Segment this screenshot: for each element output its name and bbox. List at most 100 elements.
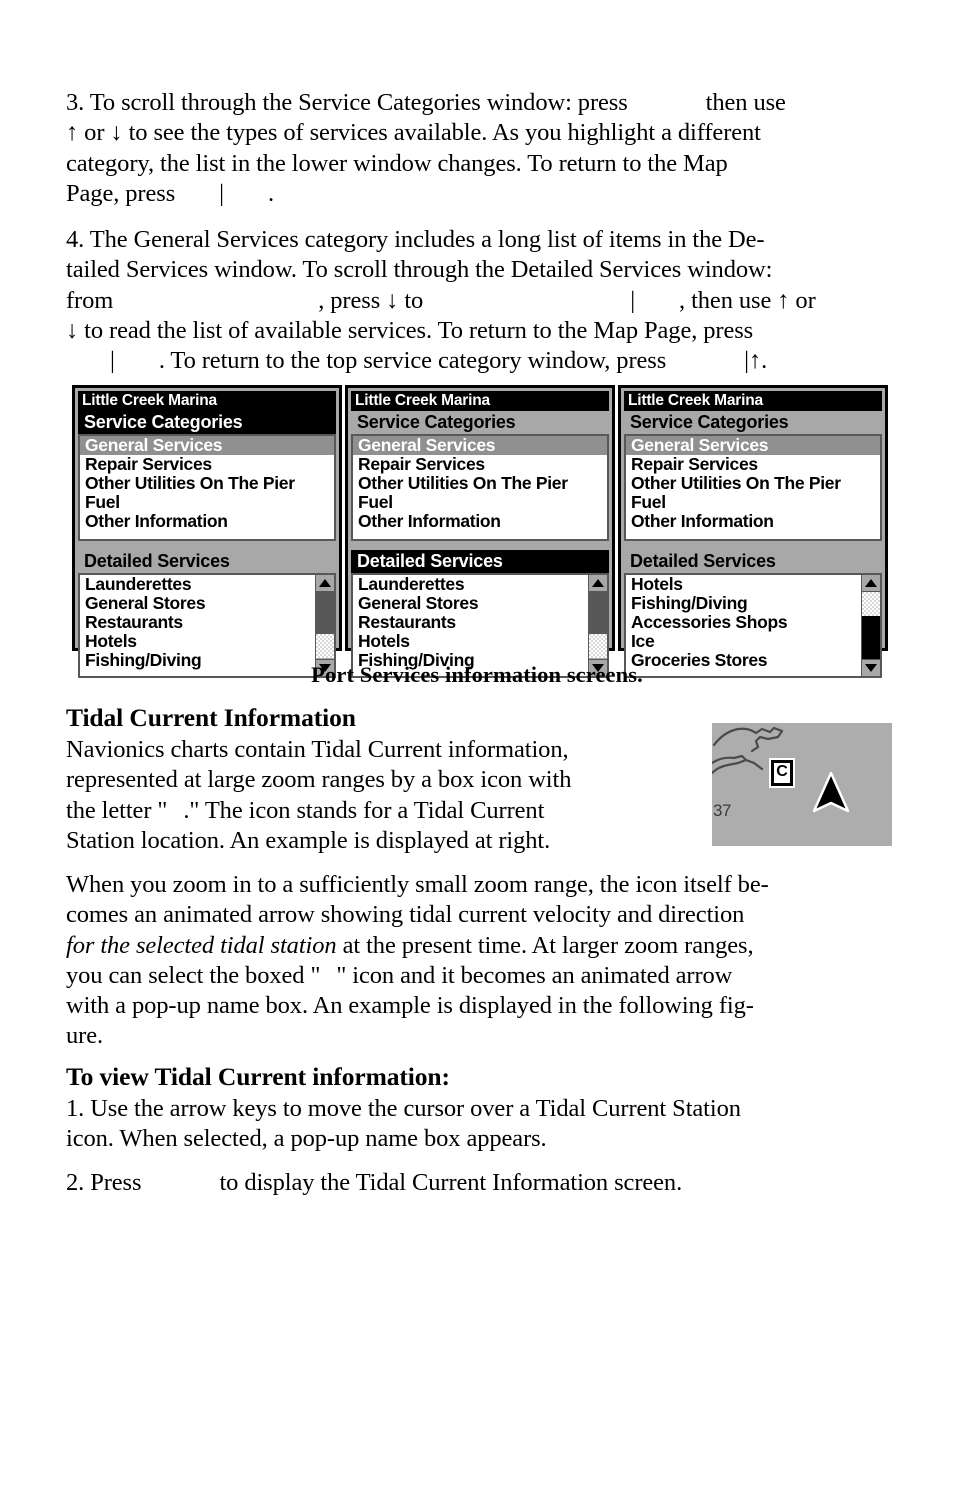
manual-page: 3. To scroll through the Service Categor… bbox=[0, 0, 954, 1487]
screen-3-scrollbar[interactable] bbox=[861, 575, 880, 676]
list-item[interactable]: Other Information bbox=[80, 512, 334, 531]
scroll-up-button[interactable] bbox=[589, 575, 607, 592]
tidal-p2-line2: comes an animated arrow showing tidal cu… bbox=[66, 901, 745, 929]
scroll-track[interactable] bbox=[316, 592, 334, 659]
list-item[interactable]: Launderettes bbox=[80, 575, 334, 594]
paragraph-3-mid: then use bbox=[705, 89, 786, 116]
paragraph-3-prefix: 3. To scroll through the Service Categor… bbox=[66, 89, 628, 116]
screen-2-scrollbar[interactable] bbox=[588, 575, 607, 676]
tidal-p1-line3: the letter " ." The icon stands for a Tid… bbox=[66, 796, 545, 824]
scroll-up-button[interactable] bbox=[316, 575, 334, 592]
list-item[interactable]: Repair Services bbox=[80, 455, 334, 474]
list-item[interactable]: Launderettes bbox=[353, 575, 607, 594]
list-item[interactable]: Hotels bbox=[626, 575, 880, 594]
list-item[interactable]: General Stores bbox=[80, 594, 334, 613]
tidal-p1-line4: Station location. An example is displaye… bbox=[66, 826, 551, 854]
scroll-dither-region bbox=[316, 634, 334, 658]
figure-caption: Port Services information screens. bbox=[311, 662, 643, 687]
list-item[interactable]: Restaurants bbox=[353, 613, 607, 632]
list-item[interactable]: Other Utilities On The Pier bbox=[353, 474, 607, 493]
list-item[interactable]: Hotels bbox=[80, 632, 334, 651]
step-1-line1: 1. Use the arrow keys to move the cursor… bbox=[66, 1095, 741, 1122]
list-item[interactable]: Repair Services bbox=[353, 455, 607, 474]
depth-sounding-label: 37 bbox=[713, 801, 731, 820]
paragraph-4-line3: from, press ↓ to |, then use ↑ or bbox=[66, 286, 816, 314]
list-item[interactable]: Fuel bbox=[626, 493, 880, 512]
boat-position-arrow-icon bbox=[812, 771, 850, 813]
screen-1-scrollbar[interactable] bbox=[315, 575, 334, 676]
paragraph-3-line3: category, the list in the lower window c… bbox=[66, 149, 728, 177]
scroll-up-button[interactable] bbox=[862, 575, 880, 592]
step-2-line1: 2. Press to display the Tidal Current Inf… bbox=[66, 1169, 683, 1196]
list-item[interactable]: Fishing/Diving bbox=[626, 594, 880, 613]
device-screen-2: Little Creek Marina Service Categories G… bbox=[345, 385, 615, 678]
paragraph-4-line1: 4. The General Services category include… bbox=[66, 226, 765, 253]
step-1-line2: icon. When selected, a pop-up name box a… bbox=[66, 1125, 547, 1153]
scroll-dither-region bbox=[862, 592, 880, 616]
list-item[interactable]: General Services bbox=[626, 436, 880, 455]
step-2: 2. Press to display the Tidal Current Inf… bbox=[66, 1168, 888, 1198]
list-item[interactable]: General Services bbox=[353, 436, 607, 455]
paragraph-4-line5: |. To return to the top service category… bbox=[110, 347, 768, 375]
list-item[interactable]: Fuel bbox=[80, 493, 334, 512]
list-item[interactable]: Accessories Shops bbox=[626, 613, 880, 632]
paragraph-4-line4: ↓ to read the list of available services… bbox=[66, 316, 754, 344]
tidal-p2-line6: ure. bbox=[66, 1022, 104, 1050]
scroll-dither-region bbox=[589, 634, 607, 658]
list-item[interactable]: Other Information bbox=[626, 512, 880, 531]
screen-3-categories-header: Service Categories bbox=[624, 411, 882, 434]
triangle-up-icon bbox=[865, 579, 877, 587]
screen-2-categories-list[interactable]: General Services Repair Services Other U… bbox=[351, 434, 609, 541]
scroll-thumb[interactable] bbox=[862, 616, 880, 663]
paragraph-3: 3. To scroll through the Service Categor… bbox=[66, 88, 888, 209]
paragraph-3-line2: ↑ or ↓ to see the types of services avai… bbox=[66, 119, 761, 147]
tidal-p1-line1: Navionics charts contain Tidal Current i… bbox=[66, 736, 569, 763]
section-heading-to-view: To view Tidal Current information: bbox=[66, 1062, 450, 1091]
screen-2-detailed-header: Detailed Services bbox=[351, 550, 609, 573]
screen-1-categories-list[interactable]: General Services Repair Services Other U… bbox=[78, 434, 336, 541]
scroll-track[interactable] bbox=[862, 592, 880, 663]
scroll-thumb[interactable] bbox=[589, 592, 607, 634]
device-screen-3: Little Creek Marina Service Categories G… bbox=[618, 385, 888, 678]
scroll-thumb[interactable] bbox=[316, 592, 334, 634]
triangle-up-icon bbox=[319, 579, 331, 587]
screen-2-title: Little Creek Marina bbox=[351, 391, 609, 411]
tidal-p2-italic-phrase: for the selected tidal station bbox=[66, 931, 337, 959]
list-item[interactable]: Ice bbox=[626, 632, 880, 651]
paragraph-4: 4. The General Services category include… bbox=[66, 225, 888, 376]
list-item[interactable]: Other Information bbox=[353, 512, 607, 531]
list-item[interactable]: Restaurants bbox=[80, 613, 334, 632]
screen-1-gap bbox=[78, 541, 336, 550]
tidal-current-station-icon[interactable]: C bbox=[769, 758, 795, 788]
step-1: 1. Use the arrow keys to move the cursor… bbox=[66, 1094, 888, 1155]
tidal-paragraph-1: Navionics charts contain Tidal Current i… bbox=[66, 735, 701, 856]
screen-3-title: Little Creek Marina bbox=[624, 391, 882, 411]
list-item[interactable]: General Services bbox=[80, 436, 334, 455]
list-item[interactable]: Other Utilities On The Pier bbox=[80, 474, 334, 493]
device-screen-1: Little Creek Marina Service Categories G… bbox=[72, 385, 342, 678]
screen-2-gap bbox=[351, 541, 609, 550]
tidal-p2-line1: When you zoom in to a sufficiently small… bbox=[66, 871, 769, 898]
screen-1-categories-header: Service Categories bbox=[78, 411, 336, 434]
list-item[interactable]: Fuel bbox=[353, 493, 607, 512]
paragraph-4-line2: tailed Services window. To scroll throug… bbox=[66, 256, 773, 284]
tidal-paragraph-2: When you zoom in to a sufficiently small… bbox=[66, 870, 888, 1052]
list-item[interactable]: General Stores bbox=[353, 594, 607, 613]
list-item[interactable]: Repair Services bbox=[626, 455, 880, 474]
port-services-screens-figure: Little Creek Marina Service Categories G… bbox=[72, 385, 888, 678]
tidal-p2-line5: with a pop-up name box. An example is di… bbox=[66, 992, 754, 1020]
screen-3-categories-list[interactable]: General Services Repair Services Other U… bbox=[624, 434, 882, 541]
screen-3-detailed-header: Detailed Services bbox=[624, 550, 882, 573]
tidal-p1-line2: represented at large zoom ranges by a bo… bbox=[66, 766, 572, 794]
list-item[interactable]: Hotels bbox=[353, 632, 607, 651]
screen-1-detailed-header: Detailed Services bbox=[78, 550, 336, 573]
list-item[interactable]: Other Utilities On The Pier bbox=[626, 474, 880, 493]
tidal-p2-line4: you can select the boxed " " icon and it … bbox=[66, 961, 733, 989]
paragraph-3-line4: Page, press |. bbox=[66, 179, 274, 207]
tidal-station-letter: C bbox=[771, 760, 793, 786]
scroll-track[interactable] bbox=[589, 592, 607, 659]
tidal-p2-line3: for the selected tidal station at the pr… bbox=[66, 931, 754, 959]
screen-2-categories-header: Service Categories bbox=[351, 411, 609, 434]
tidal-station-map-figure: 37 C bbox=[712, 723, 892, 846]
triangle-up-icon bbox=[592, 579, 604, 587]
